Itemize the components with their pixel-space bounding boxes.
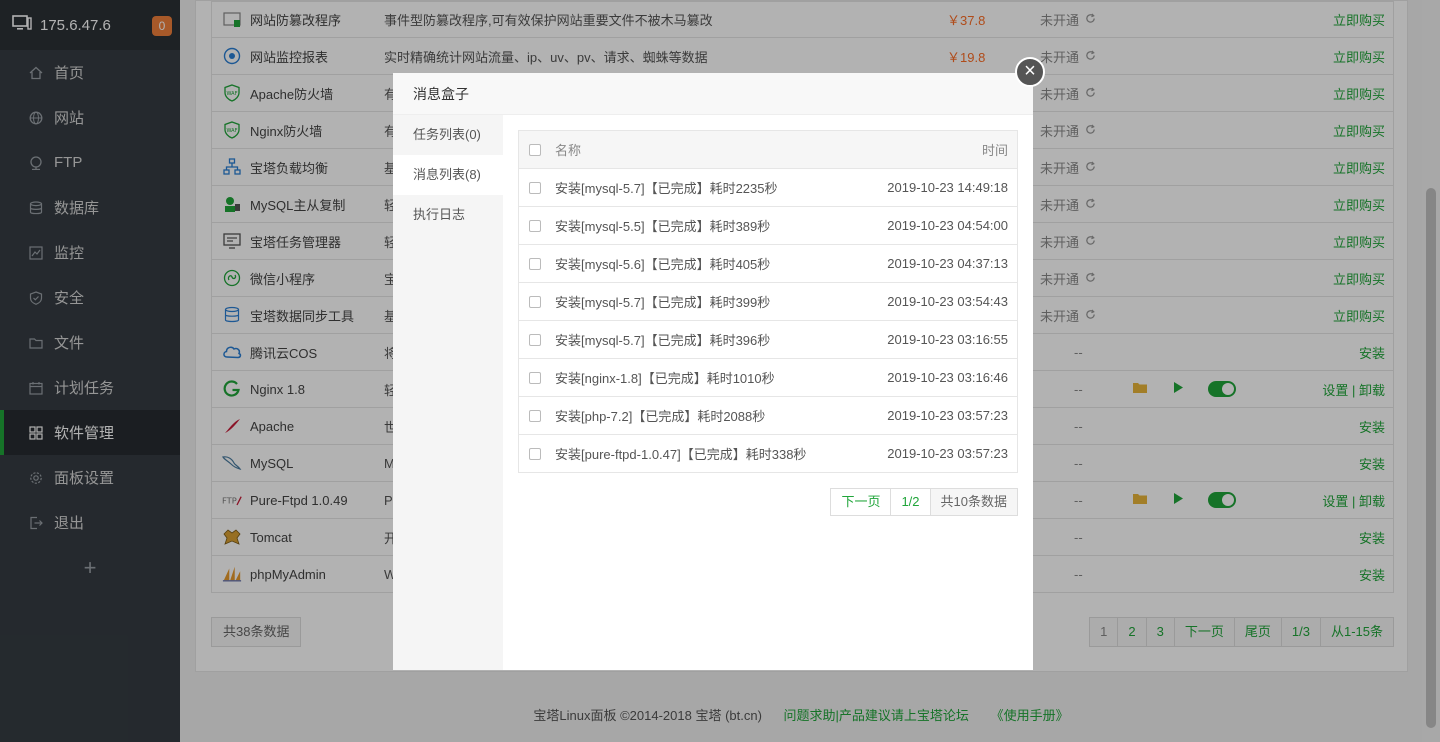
message-name: 安装[pure-ftpd-1.0.47]【已完成】耗时338秒 [555,447,807,462]
table-row: 安装[mysql-5.5]【已完成】耗时389秒 2019-10-23 04:54… [519,207,1017,245]
page-indicator: 1/2 [891,488,931,516]
column-name: 名称 [555,143,582,158]
message-name: 安装[mysql-5.7]【已完成】耗时2235秒 [555,181,778,196]
tab-task-list[interactable]: 任务列表(0) [393,115,503,155]
row-checkbox[interactable] [529,447,541,460]
table-row: 安装[nginx-1.8]【已完成】耗时1010秒 2019-10-23 03:1… [519,359,1017,397]
row-checkbox[interactable] [529,371,541,384]
message-time: 2019-10-23 04:54:00 [887,218,1008,233]
table-row: 安装[php-7.2]【已完成】耗时2088秒 2019-10-23 03:57:… [519,397,1017,435]
message-table-header: 名称 时间 [519,131,1017,169]
row-checkbox[interactable] [529,181,541,194]
table-row: 安装[mysql-5.7]【已完成】耗时2235秒 2019-10-23 14:4… [519,169,1017,207]
table-row: 安装[mysql-5.7]【已完成】耗时399秒 2019-10-23 03:54… [519,283,1017,321]
message-box-dialog: 消息盒子 × 任务列表(0) 消息列表(8) 执行日志 名称 时间 安装[mys… [393,57,1045,670]
message-name: 安装[php-7.2]【已完成】耗时2088秒 [555,409,766,424]
row-checkbox[interactable] [529,333,541,346]
message-time: 2019-10-23 04:37:13 [887,256,1008,271]
select-all-checkbox[interactable] [529,143,541,156]
table-row: 安装[mysql-5.7]【已完成】耗时396秒 2019-10-23 03:16… [519,321,1017,359]
message-pager: 下一页 1/2 共10条数据 [830,488,1018,516]
message-time: 2019-10-23 03:16:46 [887,370,1008,385]
table-row: 安装[mysql-5.6]【已完成】耗时405秒 2019-10-23 04:37… [519,245,1017,283]
message-name: 安装[mysql-5.7]【已完成】耗时396秒 [555,333,771,348]
message-name: 安装[mysql-5.5]【已完成】耗时389秒 [555,219,771,234]
message-time: 2019-10-23 03:54:43 [887,294,1008,309]
message-time: 2019-10-23 03:16:55 [887,332,1008,347]
row-checkbox[interactable] [529,409,541,422]
message-table: 名称 时间 安装[mysql-5.7]【已完成】耗时2235秒 2019-10-2… [518,130,1018,473]
row-checkbox[interactable] [529,295,541,308]
message-list-panel: 名称 时间 安装[mysql-5.7]【已完成】耗时2235秒 2019-10-2… [518,130,1018,516]
message-name: 安装[nginx-1.8]【已完成】耗时1010秒 [555,371,775,386]
tab-message-list[interactable]: 消息列表(8) [393,155,503,195]
message-name: 安装[mysql-5.7]【已完成】耗时399秒 [555,295,771,310]
row-checkbox[interactable] [529,257,541,270]
dialog-tabs: 任务列表(0) 消息列表(8) 执行日志 [393,115,503,670]
next-page-button[interactable]: 下一页 [830,488,892,516]
message-name: 安装[mysql-5.6]【已完成】耗时405秒 [555,257,771,272]
row-checkbox[interactable] [529,219,541,232]
message-time: 2019-10-23 14:49:18 [887,180,1008,195]
table-row: 安装[pure-ftpd-1.0.47]【已完成】耗时338秒 2019-10-2… [519,435,1017,473]
dialog-title: 消息盒子 [393,73,1033,115]
close-icon[interactable]: × [1015,57,1045,87]
message-time: 2019-10-23 03:57:23 [887,408,1008,423]
message-time: 2019-10-23 03:57:23 [887,446,1008,461]
tab-exec-log[interactable]: 执行日志 [393,195,503,235]
column-time: 时间 [981,143,1008,158]
total-count: 共10条数据 [930,488,1018,516]
